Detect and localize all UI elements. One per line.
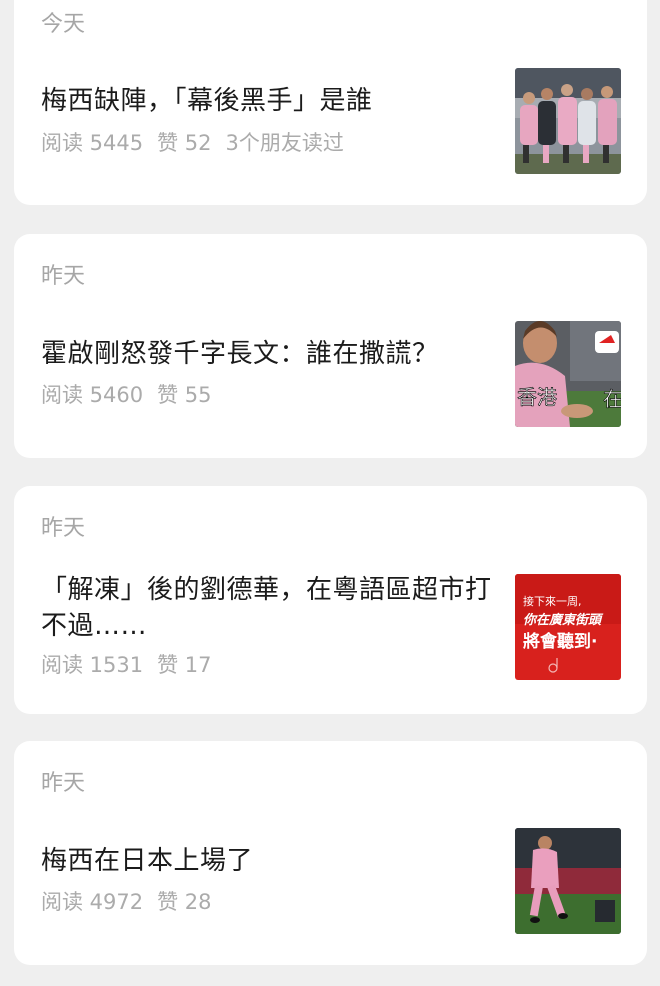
poster-line-2: 你在廣東街頭 bbox=[523, 612, 604, 628]
article-date: 昨天 bbox=[41, 516, 86, 541]
article-title[interactable]: 梅西缺陣，「幕後黑手」是誰 bbox=[41, 83, 501, 119]
article-date: 昨天 bbox=[41, 771, 86, 796]
messi-on-pitch-photo bbox=[515, 828, 621, 934]
article-meta: 阅读 5460 赞 55 bbox=[41, 382, 226, 408]
article-card[interactable]: 昨天 「解凍」後的劉德華，在粵語區超市打不過…… 阅读 1531 赞 17 接下來… bbox=[14, 486, 647, 714]
poster-line-3: 將會聽到· bbox=[523, 631, 597, 652]
article-title[interactable]: 「解凍」後的劉德華，在粵語區超市打不過…… bbox=[41, 572, 501, 644]
read-count: 阅读 5460 bbox=[41, 383, 144, 407]
article-meta: 阅读 1531 赞 17 bbox=[41, 652, 226, 678]
article-card[interactable]: 昨天 梅西在日本上場了 阅读 4972 赞 28 bbox=[14, 741, 647, 965]
poster-line-1: 接下來一周, bbox=[523, 595, 582, 608]
article-date: 今天 bbox=[41, 12, 86, 37]
article-date: 昨天 bbox=[41, 264, 86, 289]
article-card[interactable]: 昨天 霍啟剛怒發千字長文：誰在撒謊？ 阅读 5460 赞 55 香港 在 bbox=[14, 234, 647, 458]
article-thumbnail[interactable]: 香港 在 bbox=[515, 321, 621, 427]
article-meta: 阅读 5445 赞 52 3个朋友读过 bbox=[41, 130, 358, 156]
like-count: 赞 17 bbox=[157, 653, 212, 677]
messi-sitting-photo: 香港 在 bbox=[515, 321, 621, 427]
like-count: 赞 28 bbox=[157, 890, 212, 914]
thumb-caption-right: 在 bbox=[603, 387, 621, 411]
article-thumbnail[interactable] bbox=[515, 828, 621, 934]
article-feed: 今天 梅西缺陣，「幕後黑手」是誰 阅读 5445 赞 52 3个朋友读过 昨天 … bbox=[0, 0, 660, 986]
team-bench-photo bbox=[515, 68, 621, 174]
article-thumbnail[interactable]: 接下來一周, 你在廣東街頭 將會聽到· bbox=[515, 574, 621, 680]
like-count: 赞 55 bbox=[157, 383, 212, 407]
like-count: 赞 52 bbox=[157, 131, 212, 155]
article-card[interactable]: 今天 梅西缺陣，「幕後黑手」是誰 阅读 5445 赞 52 3个朋友读过 bbox=[14, 0, 647, 205]
article-meta: 阅读 4972 赞 28 bbox=[41, 889, 226, 915]
read-count: 阅读 1531 bbox=[41, 653, 144, 677]
read-count: 阅读 5445 bbox=[41, 131, 144, 155]
article-thumbnail[interactable] bbox=[515, 68, 621, 174]
article-title[interactable]: 霍啟剛怒發千字長文：誰在撒謊？ bbox=[41, 336, 501, 372]
read-count: 阅读 4972 bbox=[41, 890, 144, 914]
article-title[interactable]: 梅西在日本上場了 bbox=[41, 843, 501, 879]
friends-read: 3个朋友读过 bbox=[225, 131, 344, 155]
red-promo-poster: 接下來一周, 你在廣東街頭 將會聽到· bbox=[515, 574, 621, 680]
thumb-caption-left: 香港 bbox=[517, 385, 557, 409]
